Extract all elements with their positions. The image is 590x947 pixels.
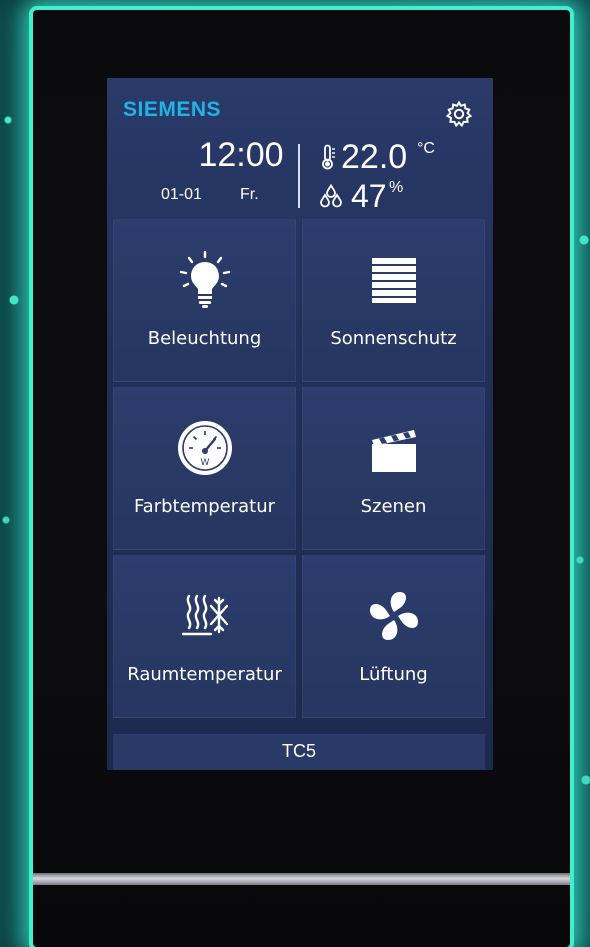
header-divider xyxy=(298,144,300,208)
tile-label: Lüftung xyxy=(359,664,428,685)
tile-label: Farbtemperatur xyxy=(133,496,276,517)
tile-label: Raumtemperatur xyxy=(127,664,282,685)
humidity-value: 47 xyxy=(351,178,387,214)
footer-bar[interactable]: TC5 xyxy=(113,734,485,770)
thermometer-icon xyxy=(322,144,335,170)
brand-logo: SIEMENS xyxy=(123,98,222,121)
tile-label: Sonnenschutz xyxy=(330,328,457,349)
blinds-icon xyxy=(371,258,416,303)
tile-lueftung[interactable]: Lüftung xyxy=(302,555,485,718)
clock-weekday: Fr. xyxy=(240,186,259,203)
clock-time: 12:00 xyxy=(198,136,284,174)
tile-label: Szenen xyxy=(360,496,427,517)
clapperboard-icon xyxy=(371,430,416,472)
fan-icon xyxy=(369,592,418,640)
lightbulb-icon xyxy=(179,250,230,308)
tile-sonnenschutz[interactable]: Sonnenschutz xyxy=(302,219,485,382)
tile-beleuchtung[interactable]: Beleuchtung xyxy=(113,219,296,382)
status-header: SIEMENS 12:00 01-01 Fr. 22.0 °C 47 % xyxy=(107,78,493,218)
tile-label: Beleuchtung xyxy=(147,328,262,349)
humidity-icon xyxy=(320,184,342,208)
temperature-value: 22.0 xyxy=(341,138,408,176)
gear-icon[interactable] xyxy=(445,100,473,128)
tile-farbtemperatur[interactable]: W Farbtemperatur xyxy=(113,387,296,550)
gauge-icon: W xyxy=(177,421,232,475)
humidity-unit: % xyxy=(389,179,404,196)
touch-screen: SIEMENS 12:00 01-01 Fr. 22.0 °C 47 % Bel… xyxy=(107,78,493,770)
tile-raumtemperatur[interactable]: Raumtemperatur xyxy=(113,555,296,718)
clock-date: 01-01 xyxy=(161,186,202,203)
svg-text:W: W xyxy=(200,458,209,468)
temperature-unit: °C xyxy=(417,140,435,157)
device-light-bar xyxy=(33,873,570,885)
tile-szenen[interactable]: Szenen xyxy=(302,387,485,550)
footer-label: TC5 xyxy=(281,741,316,761)
heat-cool-icon xyxy=(181,594,228,636)
